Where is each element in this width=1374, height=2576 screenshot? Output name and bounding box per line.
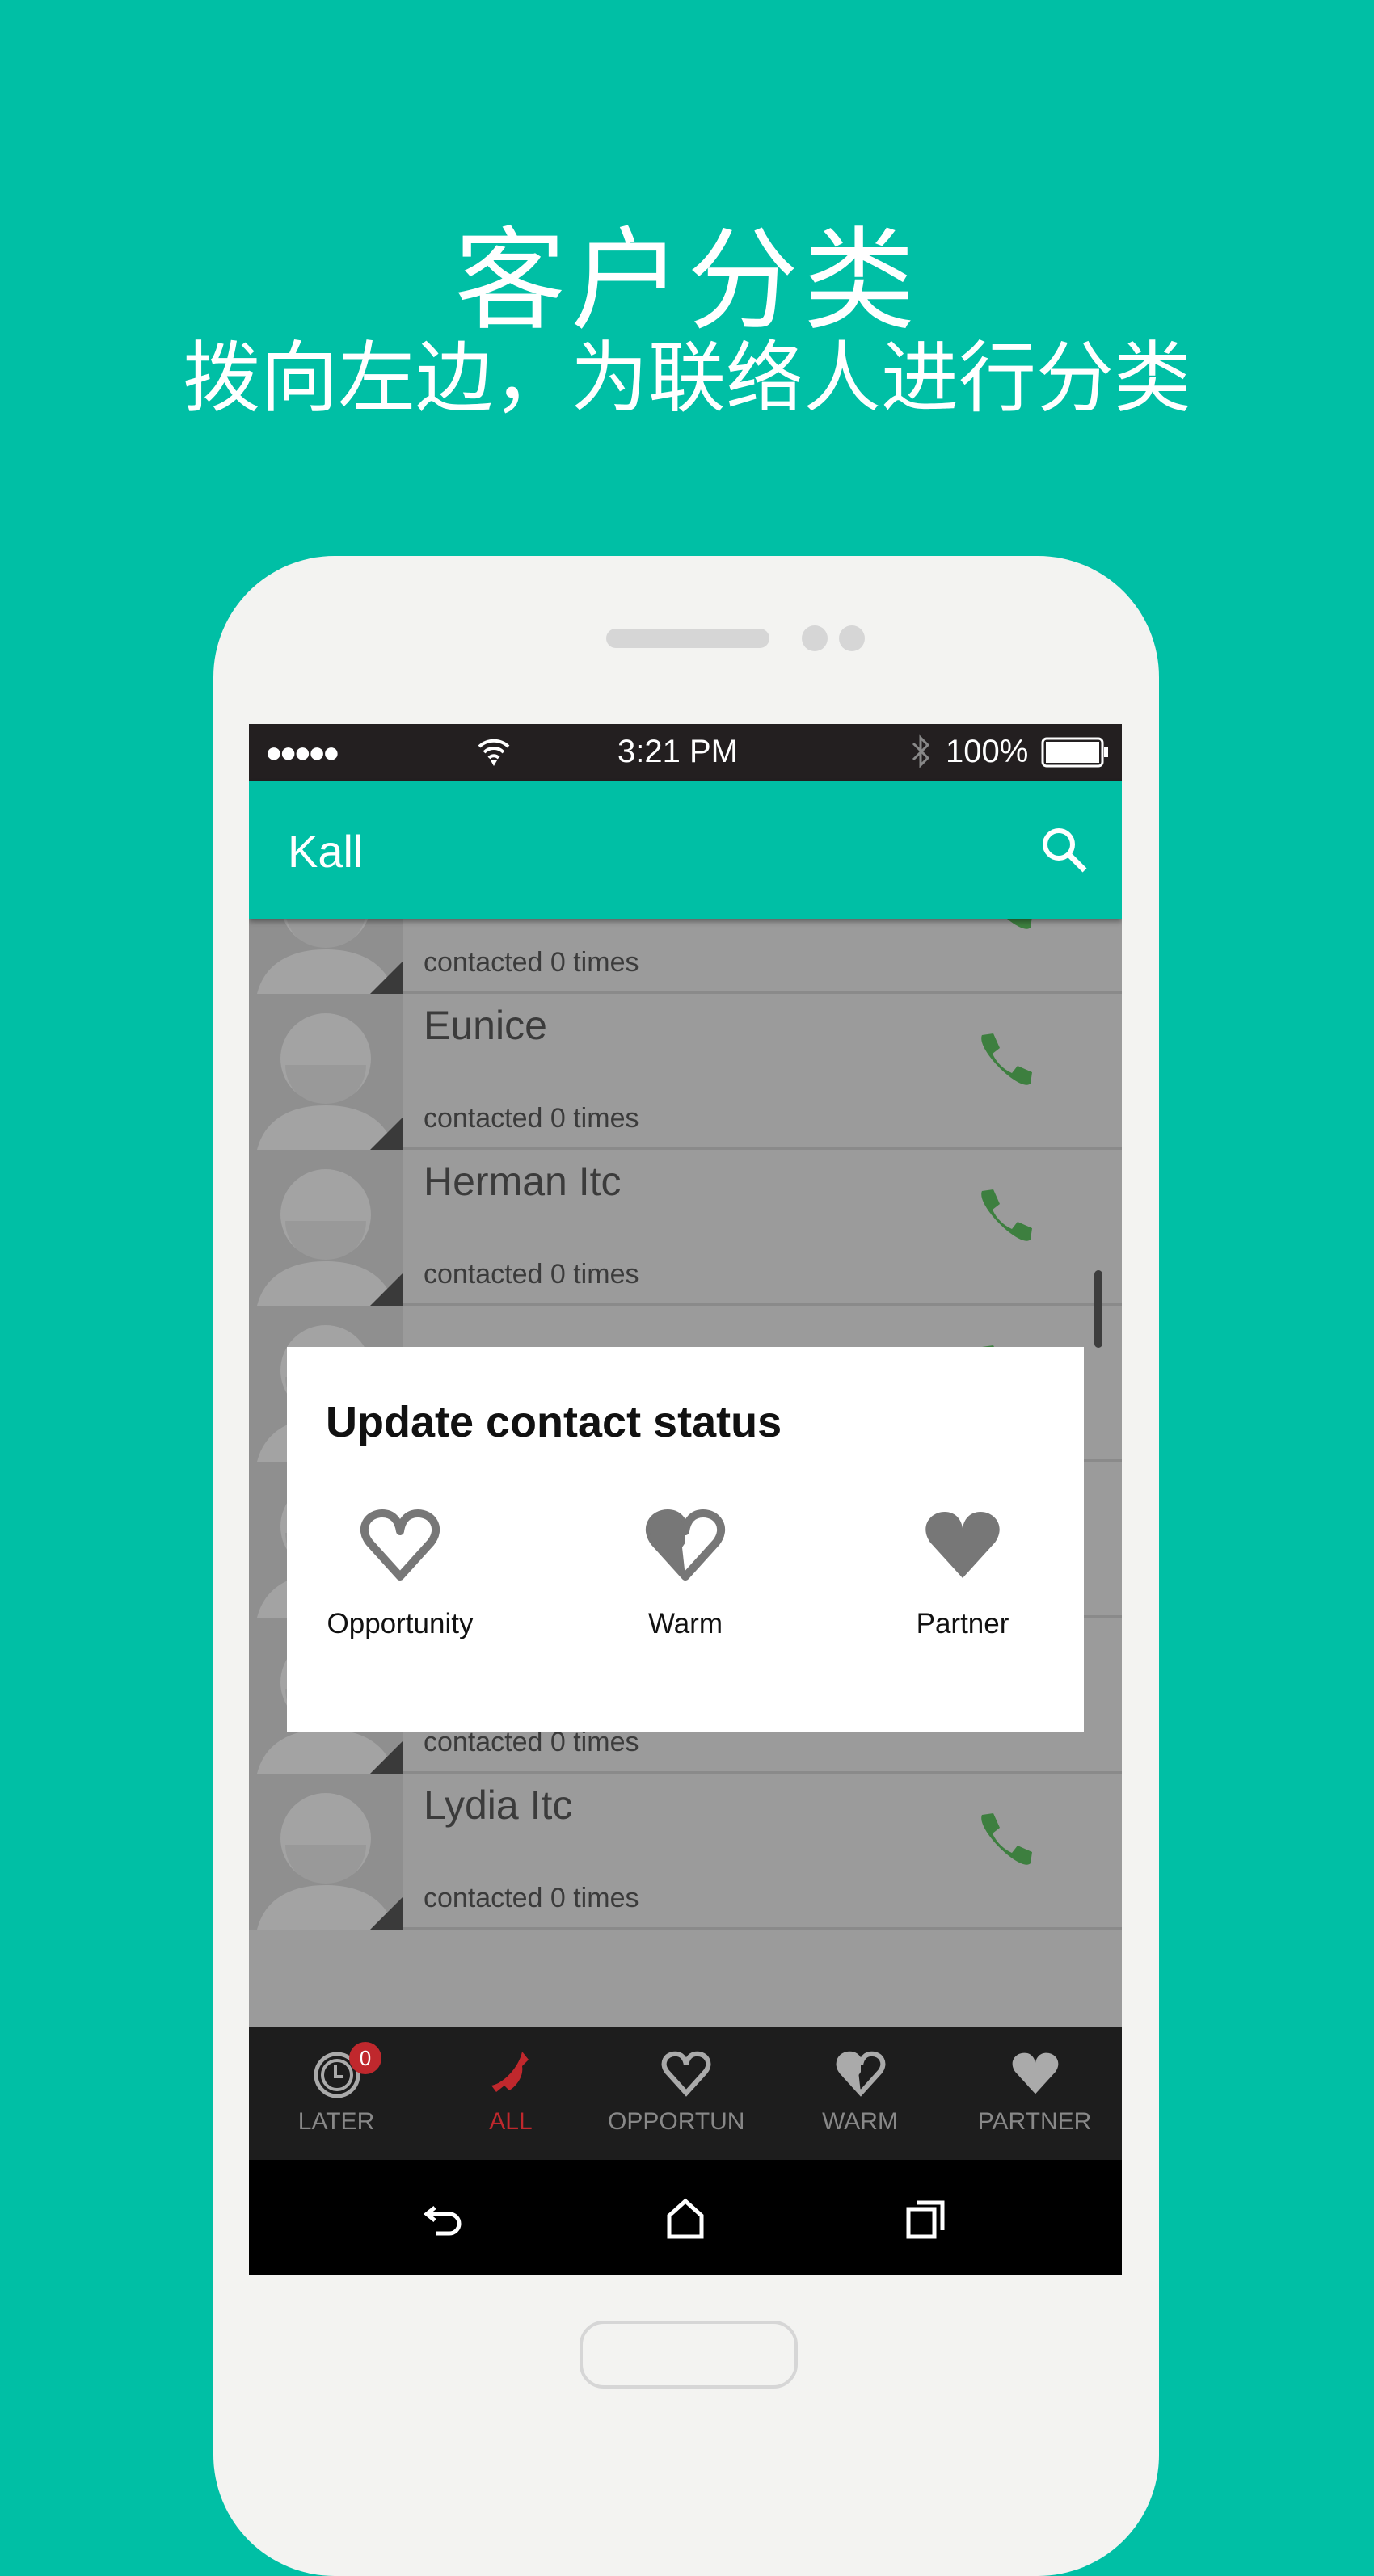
option-label: Partner: [916, 1608, 1009, 1639]
phone-home-button[interactable]: [580, 2321, 798, 2389]
option-label: Opportunity: [327, 1608, 474, 1639]
contact-count: contacted 0 times: [424, 947, 639, 978]
contact-count: contacted 0 times: [424, 1103, 639, 1134]
home-icon[interactable]: [663, 2196, 708, 2241]
back-icon[interactable]: [422, 2196, 467, 2241]
tab-label: LATER: [297, 2108, 375, 2135]
phone-icon: [491, 2052, 529, 2092]
bluetooth-icon: [912, 734, 930, 768]
heart-outline-icon: [360, 1509, 440, 1581]
option-partner[interactable]: Partner: [841, 1509, 1084, 1640]
tab-label: OPPORTUNITY: [608, 2108, 745, 2135]
contact-name: Eunice: [424, 1003, 547, 1048]
tab-label: WARM: [822, 2108, 898, 2135]
option-warm[interactable]: Warm: [564, 1509, 807, 1640]
avatar: [249, 1150, 403, 1306]
tab-all[interactable]: ALL: [424, 2027, 598, 2160]
heart-filled-icon: [1012, 2052, 1059, 2094]
bottom-nav: 0 LATER ALL OPPORTUNITY WARM PARTNER: [249, 2027, 1122, 2160]
scrollbar[interactable]: [1094, 1270, 1102, 1348]
phone-speaker: [606, 629, 769, 648]
status-bar: ●●●●● 3:21 PM 100%: [249, 724, 1122, 781]
option-opportunity[interactable]: Opportunity: [279, 1509, 521, 1640]
call-icon[interactable]: [972, 1810, 1037, 1875]
battery-percent: 100%: [946, 734, 1029, 769]
contact-name: Herman Itc: [424, 1159, 622, 1204]
contact-row[interactable]: Lydia Itc contacted 0 times: [249, 1774, 1122, 1930]
recents-icon[interactable]: [904, 2196, 949, 2241]
dialog-title: Update contact status: [326, 1398, 782, 1446]
heart-half-icon: [836, 2051, 886, 2097]
tab-label: ALL: [489, 2108, 533, 2135]
status-time: 3:21 PM: [617, 734, 738, 769]
avatar: [249, 994, 403, 1150]
update-status-dialog: Update contact status Opportunity Warm P…: [287, 1347, 1084, 1732]
contact-count: contacted 0 times: [424, 1883, 639, 1913]
heart-outline-icon: [661, 2051, 711, 2097]
search-icon[interactable]: [1038, 823, 1090, 875]
app-bar: Kall: [249, 781, 1122, 919]
signal-dots: ●●●●●: [265, 735, 340, 768]
android-nav-bar: [249, 2160, 1122, 2275]
tab-label: PARTNER: [977, 2108, 1092, 2135]
contact-count: contacted 0 times: [424, 1259, 639, 1290]
app-title: Kall: [288, 826, 364, 877]
option-label: Warm: [647, 1608, 723, 1639]
call-icon[interactable]: [972, 1030, 1037, 1095]
phone-camera: [839, 625, 865, 651]
later-badge: 0: [349, 2042, 381, 2074]
contact-name: Lydia Itc: [424, 1783, 573, 1828]
heart-half-icon: [646, 1509, 725, 1581]
call-icon[interactable]: [972, 1186, 1037, 1251]
tab-partner[interactable]: PARTNER: [947, 2027, 1122, 2160]
wifi-icon: [478, 739, 510, 766]
tab-opportunity[interactable]: OPPORTUNITY: [598, 2027, 773, 2160]
battery-icon: [1041, 737, 1108, 768]
headline-subtitle: 拨向左边，为联络人进行分类: [183, 333, 1191, 423]
tab-later[interactable]: 0 LATER: [249, 2027, 424, 2160]
tab-warm[interactable]: WARM: [773, 2027, 947, 2160]
avatar: [249, 1774, 403, 1930]
phone-screen: ●●●●● 3:21 PM 100% Kall Wendy Itc contac…: [249, 724, 1122, 2275]
contact-row[interactable]: Herman Itc contacted 0 times: [249, 1150, 1122, 1306]
contact-row[interactable]: Eunice contacted 0 times: [249, 994, 1122, 1150]
heart-filled-icon: [925, 1512, 1000, 1578]
phone-sensor: [802, 625, 828, 651]
